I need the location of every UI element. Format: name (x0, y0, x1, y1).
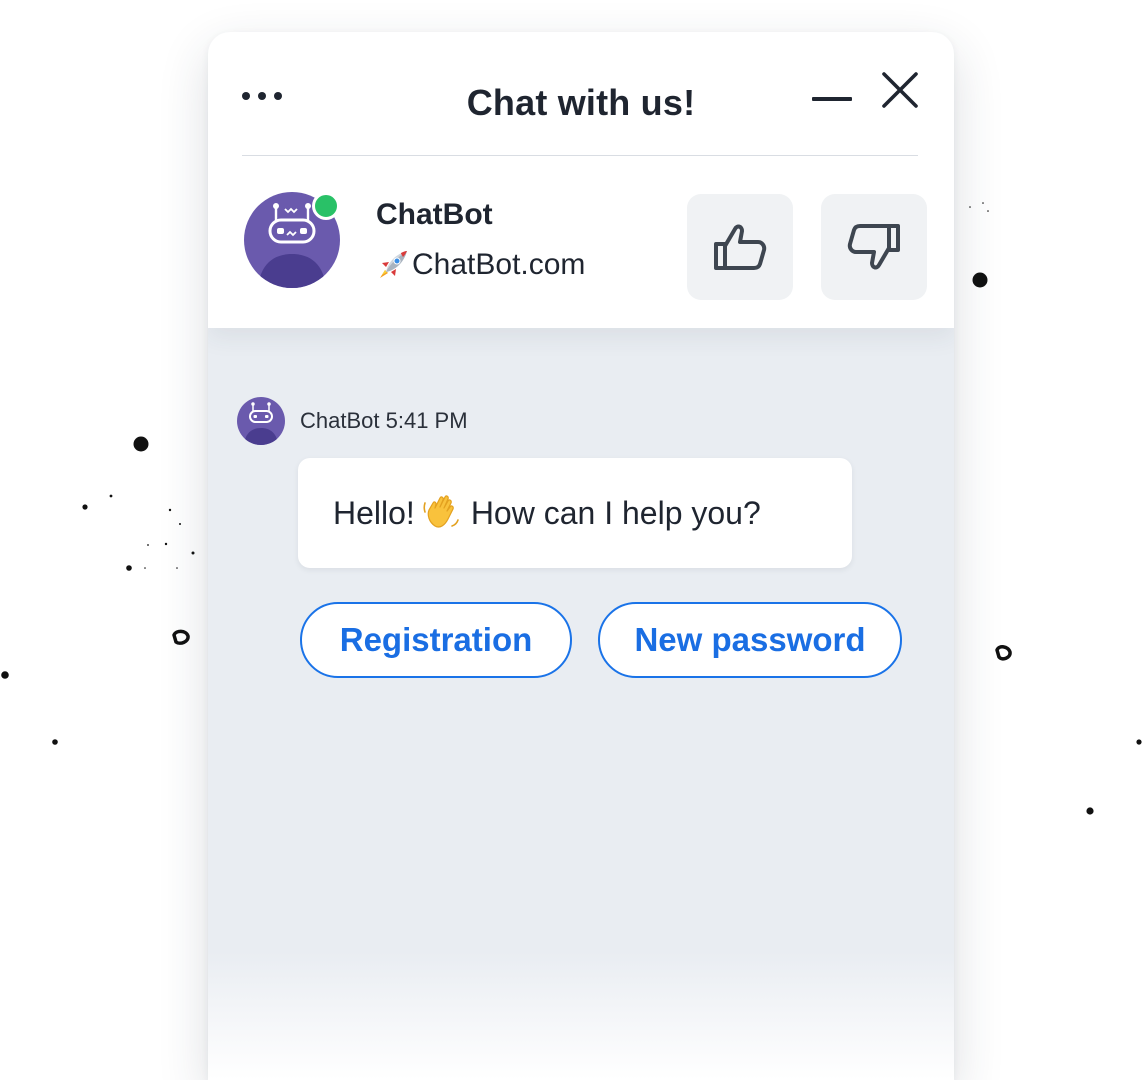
message-sender: ChatBot (300, 408, 380, 433)
quick-reply-registration[interactable]: Registration (300, 602, 572, 678)
minimize-icon[interactable] (812, 96, 852, 102)
message-text-start: Hello! (333, 494, 415, 531)
close-icon[interactable] (880, 70, 920, 110)
message-meta: ChatBot 5:41 PM (300, 408, 468, 434)
agent-name: ChatBot (376, 198, 493, 231)
chat-header: Chat with us! ChatBot ChatBot.com (208, 32, 954, 328)
online-status-dot (312, 192, 340, 220)
chat-title: Chat with us! (466, 82, 696, 123)
message-bubble: Hello! How can I help you? (298, 458, 852, 568)
page-stage: Chat with us! ChatBot ChatBot.com ChatBo… (0, 0, 1143, 1080)
message-avatar-icon (237, 397, 285, 445)
message-time: 5:41 PM (385, 408, 468, 433)
rocket-icon (380, 251, 407, 278)
quick-reply-new-password[interactable]: New password (598, 602, 902, 678)
message-text-end: How can I help you? (470, 494, 761, 531)
thumbs-up-button[interactable] (687, 194, 793, 300)
chat-widget: Chat with us! ChatBot ChatBot.com ChatBo… (208, 32, 954, 1080)
thumbs-down-icon (847, 224, 900, 270)
agent-site-label: ChatBot.com (412, 248, 586, 281)
thumbs-down-button[interactable] (821, 194, 927, 300)
thumbs-up-icon (714, 224, 767, 270)
waving-hand-icon (423, 495, 459, 528)
agent-site: ChatBot.com (376, 248, 585, 282)
header-divider (242, 155, 918, 156)
